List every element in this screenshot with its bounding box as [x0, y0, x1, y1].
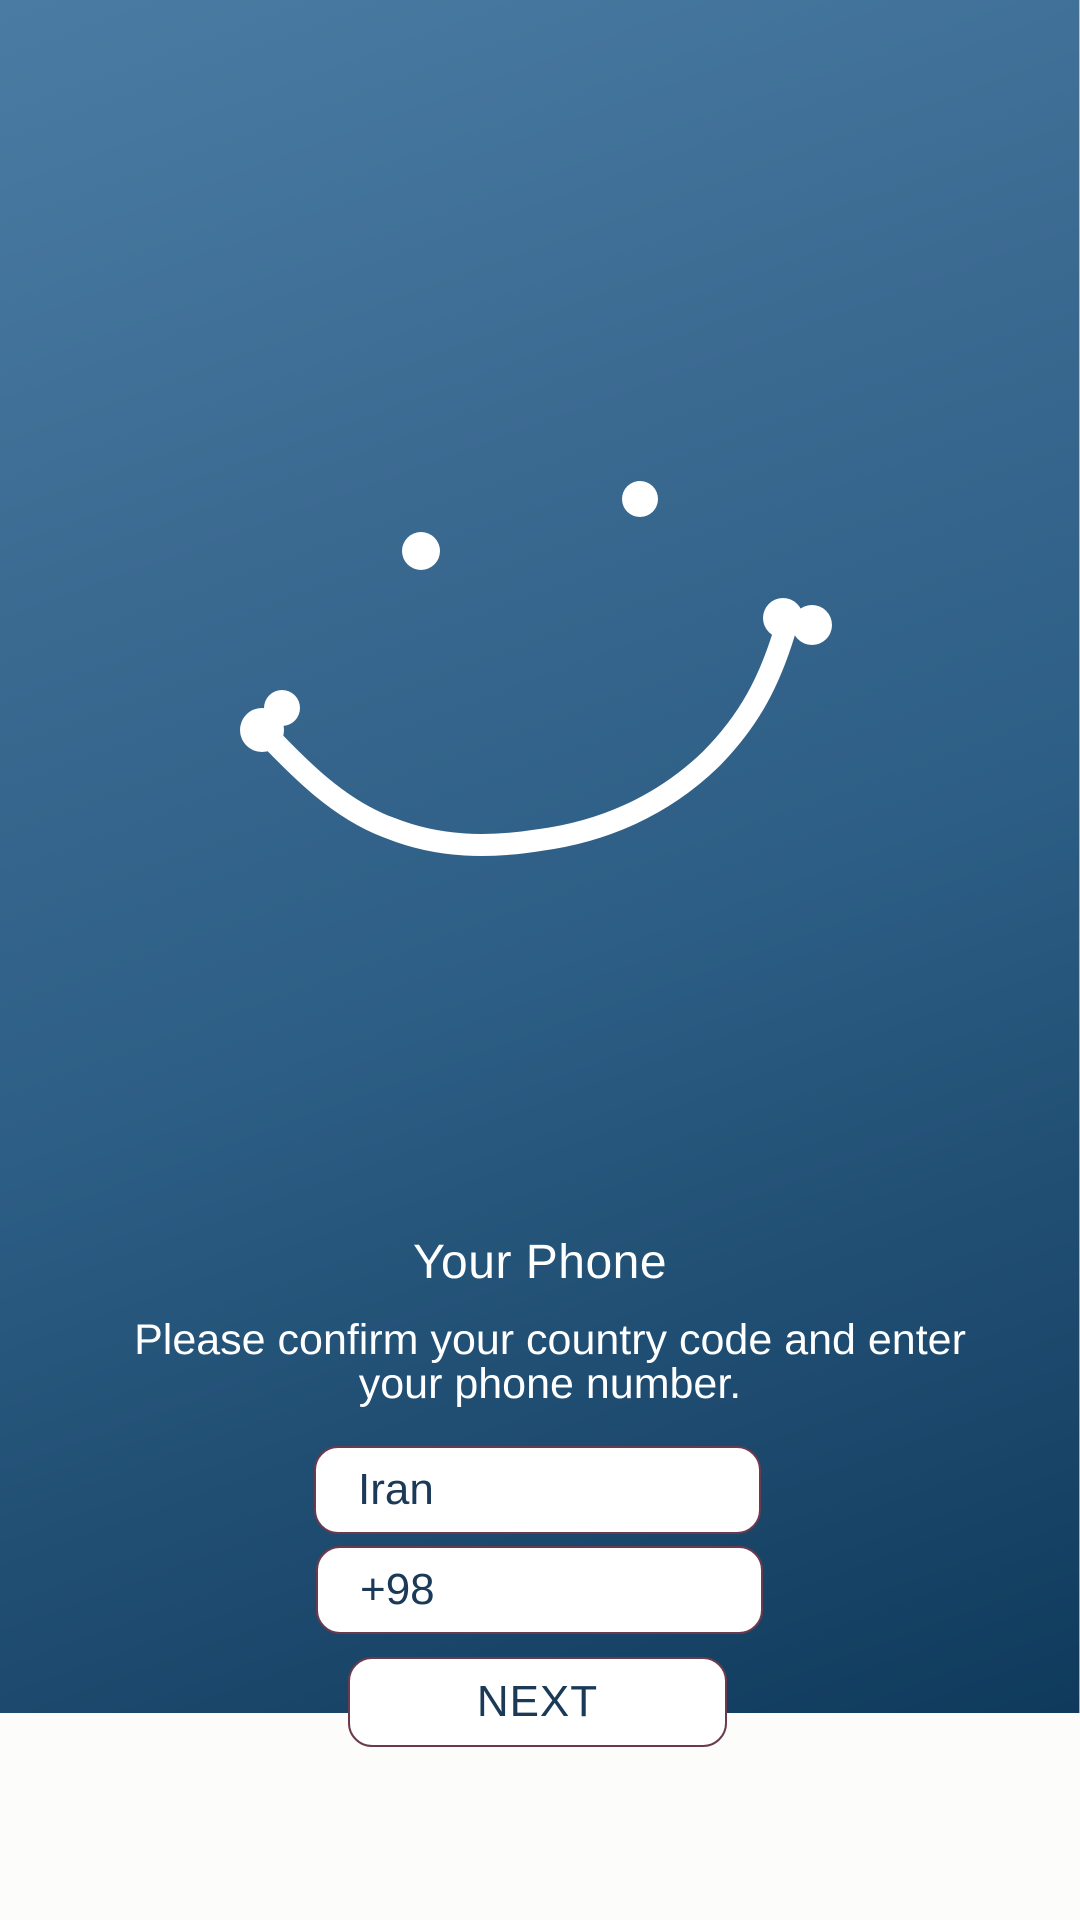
country-field[interactable]: Iran [314, 1446, 761, 1534]
phone-entry-screen: Your Phone Please confirm your country c… [0, 0, 1080, 1920]
smiley-left-eye [402, 532, 440, 570]
page-title: Your Phone [412, 1236, 668, 1289]
country-code-field[interactable]: +98 [316, 1546, 763, 1634]
smiley-right-eye [622, 481, 658, 517]
next-button[interactable]: NEXT [348, 1657, 727, 1747]
smiley-mouth [247, 619, 796, 856]
smiley-face-icon [240, 481, 832, 856]
instructions-text: Please confirm your country code and ent… [134, 1316, 966, 1408]
